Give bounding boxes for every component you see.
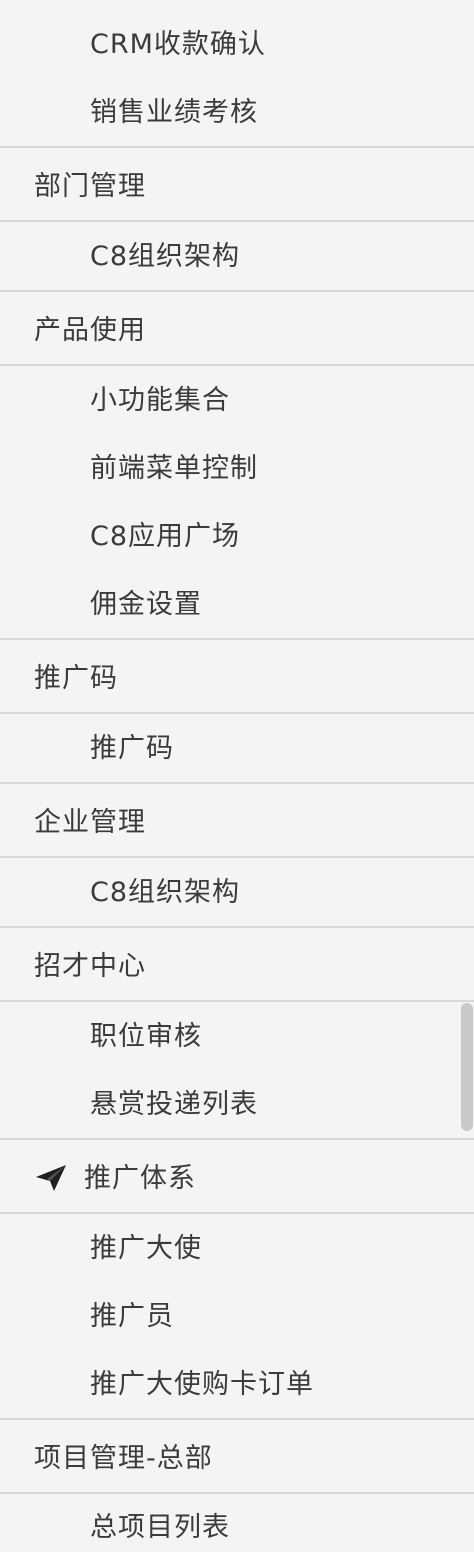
divider xyxy=(0,856,474,858)
divider xyxy=(0,220,474,222)
menu-item-label: 职位审核 xyxy=(90,1020,202,1052)
divider xyxy=(0,1138,474,1140)
menu-item-promoter[interactable]: 推广员 xyxy=(0,1290,474,1342)
divider xyxy=(0,364,474,366)
menu-item-label: 悬赏投递列表 xyxy=(90,1088,258,1120)
menu-group-recruit-center[interactable]: 招才中心 xyxy=(0,940,474,992)
menu-group-enterprise-mgmt[interactable]: 企业管理 xyxy=(0,796,474,848)
menu-group-label: 推广体系 xyxy=(84,1162,196,1194)
paper-plane-icon xyxy=(36,1165,66,1191)
menu-item-job-review[interactable]: 职位审核 xyxy=(0,1010,474,1062)
divider xyxy=(0,1492,474,1494)
menu-group-label: 部门管理 xyxy=(34,170,146,202)
divider xyxy=(0,926,474,928)
menu-item-label: CRM收款确认 xyxy=(90,28,266,60)
menu-item-enterprise-c8-org[interactable]: C8组织架构 xyxy=(0,866,474,918)
menu-item-label: 销售业绩考核 xyxy=(90,96,258,128)
menu-group-label: 推广码 xyxy=(34,662,118,694)
menu-group-dept-mgmt[interactable]: 部门管理 xyxy=(0,160,474,212)
menu-item-label: C8应用广场 xyxy=(90,520,241,552)
menu-item-label: 推广员 xyxy=(90,1300,174,1332)
menu-item-label: C8组织架构 xyxy=(90,876,241,908)
menu-group-product-use[interactable]: 产品使用 xyxy=(0,304,474,356)
divider xyxy=(0,1418,474,1420)
menu-group-project-hq[interactable]: 项目管理-总部 xyxy=(0,1432,474,1484)
menu-item-label: 小功能集合 xyxy=(90,384,230,416)
divider xyxy=(0,146,474,148)
divider xyxy=(0,290,474,292)
menu-group-label: 产品使用 xyxy=(34,314,146,346)
menu-item-label: 推广大使 xyxy=(90,1232,202,1264)
menu-item-label: C8组织架构 xyxy=(90,240,241,272)
menu-item-c8-app-square[interactable]: C8应用广场 xyxy=(0,510,474,562)
menu-group-label: 招才中心 xyxy=(34,950,146,982)
divider xyxy=(0,638,474,640)
menu-item-label: 推广大使购卡订单 xyxy=(90,1368,314,1400)
menu-item-frontend-menu[interactable]: 前端菜单控制 xyxy=(0,442,474,494)
menu-item-ambassador-card-orders[interactable]: 推广大使购卡订单 xyxy=(0,1358,474,1410)
menu-item-label: 推广码 xyxy=(90,732,174,764)
menu-group-label: 项目管理-总部 xyxy=(34,1442,213,1474)
menu-group-label: 企业管理 xyxy=(34,806,146,838)
sidebar-menu: CRM收款确认 销售业绩考核 部门管理 C8组织架构 产品使用 小功能集合 前端… xyxy=(0,0,474,1552)
divider xyxy=(0,712,474,714)
menu-item-label: 前端菜单控制 xyxy=(90,452,258,484)
menu-item-promo-code[interactable]: 推广码 xyxy=(0,722,474,774)
menu-group-promo-system[interactable]: 推广体系 xyxy=(0,1152,474,1204)
scrollbar-thumb[interactable] xyxy=(461,1003,473,1131)
menu-group-promo-code[interactable]: 推广码 xyxy=(0,652,474,704)
menu-item-bounty-list[interactable]: 悬赏投递列表 xyxy=(0,1078,474,1130)
menu-item-sales-review[interactable]: 销售业绩考核 xyxy=(0,86,474,138)
menu-item-small-features[interactable]: 小功能集合 xyxy=(0,374,474,426)
menu-item-dept-c8-org[interactable]: C8组织架构 xyxy=(0,230,474,282)
menu-item-crm-payment-confirm[interactable]: CRM收款确认 xyxy=(0,18,474,70)
menu-item-commission-settings[interactable]: 佣金设置 xyxy=(0,578,474,630)
menu-item-label: 佣金设置 xyxy=(90,588,202,620)
menu-item-project-list[interactable]: 总项目列表 xyxy=(0,1502,474,1552)
menu-item-promo-ambassador[interactable]: 推广大使 xyxy=(0,1222,474,1274)
divider xyxy=(0,1212,474,1214)
divider xyxy=(0,1000,474,1002)
divider xyxy=(0,782,474,784)
menu-item-label: 总项目列表 xyxy=(90,1511,230,1543)
